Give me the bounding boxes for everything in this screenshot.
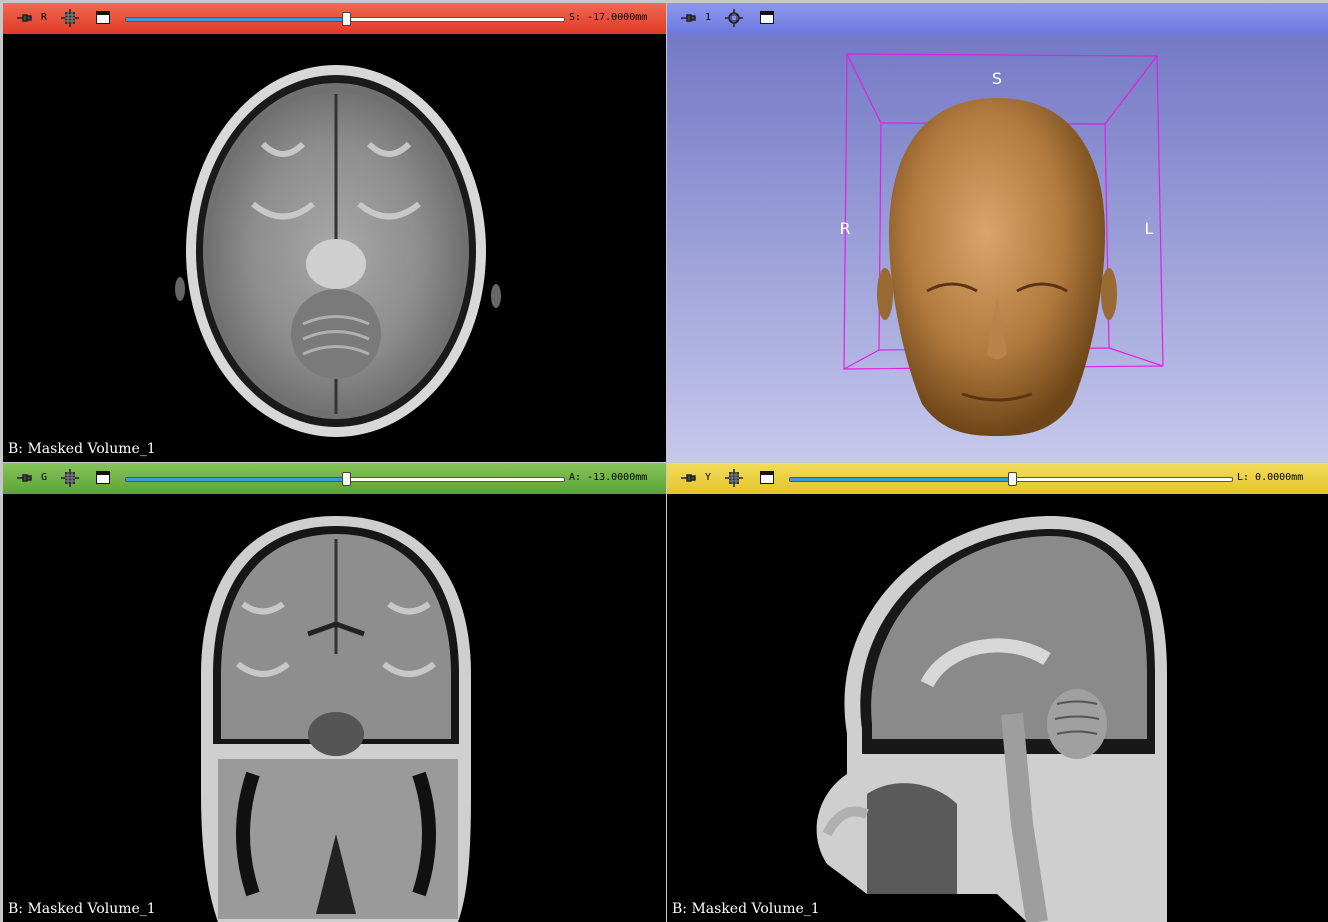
threed-canvas[interactable]: S R L (667, 34, 1328, 462)
yellow-slice-controller-bar: Y L: 0.0000mm (667, 463, 1328, 494)
green-slice-canvas[interactable]: B: Masked Volume_1 (3, 494, 666, 922)
green-slice-controller-bar: G A: -13.0000mm (3, 463, 666, 494)
green-offset-slider[interactable] (125, 472, 565, 486)
yellow-slice-view[interactable]: Y L: 0.0000mm B: Masked Volume_1 (667, 463, 1328, 922)
red-volume-label: B: Masked Volume_1 (8, 441, 156, 457)
green-volume-label: B: Masked Volume_1 (8, 901, 156, 917)
slider-thumb[interactable] (342, 12, 351, 26)
slider-fill (126, 478, 345, 481)
slider-thumb[interactable] (1008, 472, 1017, 486)
threed-controller-bar: 1 (667, 3, 1328, 34)
yellow-volume-label: B: Masked Volume_1 (672, 901, 820, 917)
window-maximize-icon[interactable] (760, 471, 774, 484)
red-slice-view[interactable]: R S: -17.0000mm B: Masked Volume_1 (3, 3, 666, 462)
pin-icon[interactable] (16, 472, 32, 484)
threed-view-letter: 1 (705, 12, 712, 23)
sagittal-brain-image (816, 515, 1167, 922)
slider-thumb[interactable] (342, 472, 351, 486)
green-offset-readout: A: -13.0000mm (569, 472, 648, 483)
red-slice-controller-bar: R S: -17.0000mm (3, 3, 666, 34)
orientation-marker-l: L (1145, 219, 1154, 238)
red-slice-canvas[interactable]: B: Masked Volume_1 (3, 34, 666, 462)
red-view-letter: R (41, 12, 48, 23)
orientation-marker-s: S (992, 69, 1002, 88)
green-slice-view[interactable]: G A: -13.0000mm B: Masked Volume_1 (3, 463, 666, 922)
red-offset-readout: S: -17.0000mm (569, 12, 648, 23)
pin-icon[interactable] (680, 472, 696, 484)
yellow-slice-canvas[interactable]: B: Masked Volume_1 (667, 494, 1328, 922)
slider-fill (790, 478, 1011, 481)
slice-layer-icon[interactable] (725, 469, 743, 487)
yellow-view-letter: Y (705, 472, 712, 483)
slice-layer-icon[interactable] (61, 469, 79, 487)
axial-brain-image (175, 65, 501, 437)
pin-icon[interactable] (680, 12, 696, 24)
center-view-icon[interactable] (725, 9, 743, 27)
volume-rendering-image: S R L (839, 53, 1164, 436)
slice-layer-icon[interactable] (61, 9, 79, 27)
yellow-offset-readout: L: 0.0000mm (1237, 472, 1304, 483)
window-maximize-icon[interactable] (96, 471, 110, 484)
window-maximize-icon[interactable] (760, 11, 774, 24)
green-view-letter: G (41, 472, 48, 483)
coronal-brain-image (201, 516, 471, 922)
red-offset-slider[interactable] (125, 12, 565, 26)
threed-view[interactable]: 1 S R L (667, 3, 1328, 462)
slider-fill (126, 18, 345, 21)
yellow-offset-slider[interactable] (789, 472, 1233, 486)
pin-icon[interactable] (16, 12, 32, 24)
orientation-marker-r: R (839, 219, 850, 238)
window-maximize-icon[interactable] (96, 11, 110, 24)
